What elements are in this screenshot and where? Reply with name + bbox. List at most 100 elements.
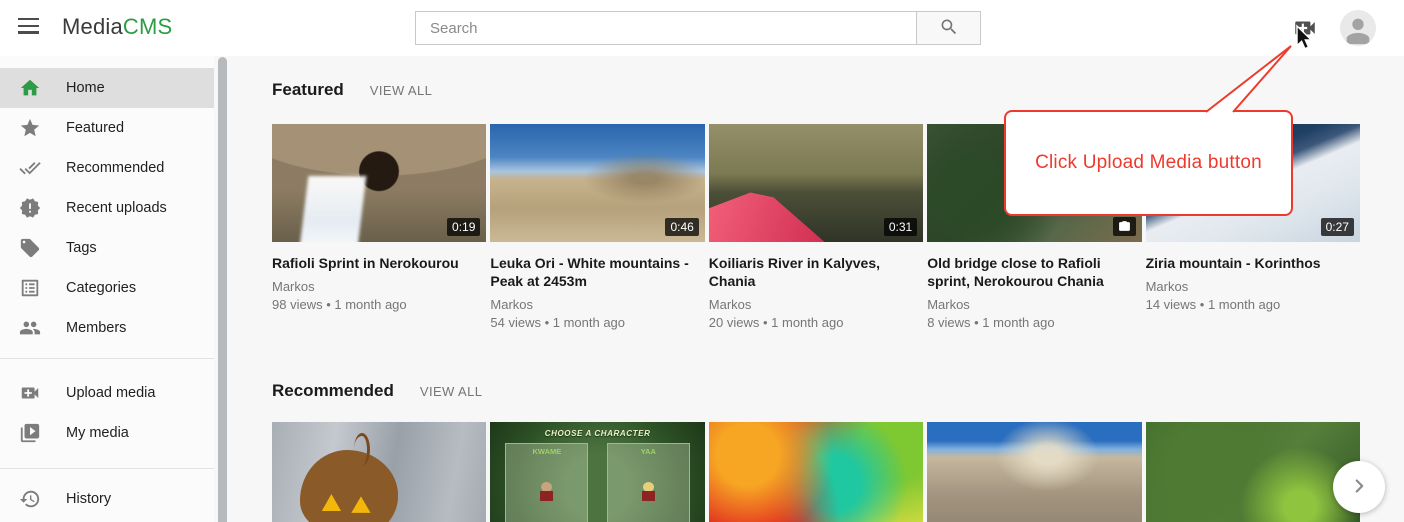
media-thumbnail[interactable] xyxy=(1146,422,1360,522)
sidebar-item-my-media[interactable]: My media xyxy=(0,413,214,453)
duration-badge: 0:19 xyxy=(447,218,480,236)
video-call-icon xyxy=(18,381,42,405)
media-title[interactable]: Old bridge close to Rafioli sprint, Nero… xyxy=(927,254,1141,290)
duration-badge: 0:31 xyxy=(884,218,917,236)
view-all-featured-link[interactable]: VIEW ALL xyxy=(370,83,432,98)
sidebar-item-label: My media xyxy=(66,425,129,441)
media-author[interactable]: Markos xyxy=(490,297,704,312)
sidebar-item-featured[interactable]: Featured xyxy=(0,108,214,148)
media-meta: 8 views • 1 month ago xyxy=(927,315,1141,330)
video-library-icon xyxy=(18,421,42,445)
search-input[interactable] xyxy=(415,11,917,45)
sidebar-primary-nav: Home Featured Recommended Recent uploads… xyxy=(0,68,214,348)
sidebar-item-recent-uploads[interactable]: Recent uploads xyxy=(0,188,214,228)
upload-callout-tooltip: Click Upload Media button xyxy=(1004,110,1293,216)
media-author[interactable]: Markos xyxy=(709,297,923,312)
section-header: Featured VIEW ALL xyxy=(272,80,1360,100)
view-all-recommended-link[interactable]: VIEW ALL xyxy=(420,384,482,399)
done-all-icon xyxy=(18,156,42,180)
section-title-recommended: Recommended xyxy=(272,381,394,401)
app-logo[interactable]: MediaCMS xyxy=(62,14,172,40)
section-title-featured: Featured xyxy=(272,80,344,100)
thumbnail-art xyxy=(709,192,825,242)
media-card[interactable]: 0:31 Koiliaris River in Kalyves, Chania … xyxy=(709,124,923,330)
media-meta: 98 views • 1 month ago xyxy=(272,297,486,312)
chevron-right-icon xyxy=(1348,475,1370,500)
members-icon xyxy=(18,316,42,340)
media-title[interactable]: Ziria mountain - Korinthos xyxy=(1146,254,1360,272)
sidebar-item-members[interactable]: Members xyxy=(0,308,214,348)
sidebar-media-nav: Upload media My media xyxy=(0,373,214,453)
media-thumbnail[interactable] xyxy=(927,422,1141,522)
sidebar-item-label: Upload media xyxy=(66,385,155,401)
sidebar: Home Featured Recommended Recent uploads… xyxy=(0,56,214,522)
media-thumbnail[interactable]: 0:19 xyxy=(272,124,486,242)
thumbnail-art xyxy=(300,450,399,522)
video-call-plus-icon xyxy=(1292,29,1318,44)
sidebar-item-label: Recommended xyxy=(66,160,164,176)
sidebar-item-categories[interactable]: Categories xyxy=(0,268,214,308)
media-card[interactable]: 0:19 Rafioli Sprint in Nerokourou Markos… xyxy=(272,124,486,330)
media-author[interactable]: Markos xyxy=(927,297,1141,312)
thumbnail-overlay-text: CHOOSE A CHARACTER KWAMESelected YAASele… xyxy=(490,422,704,522)
home-icon xyxy=(18,76,42,100)
sidebar-scrollbar[interactable] xyxy=(218,57,227,522)
media-card[interactable] xyxy=(272,422,486,522)
carousel-next-button[interactable] xyxy=(1333,461,1385,513)
tag-icon xyxy=(18,236,42,260)
sidebar-item-home[interactable]: Home xyxy=(0,68,214,108)
media-thumbnail[interactable] xyxy=(709,422,923,522)
sidebar-divider xyxy=(0,358,214,359)
upload-media-button[interactable] xyxy=(1291,15,1318,42)
callout-text: Click Upload Media button xyxy=(1035,152,1262,174)
media-title[interactable]: Koiliaris River in Kalyves, Chania xyxy=(709,254,923,290)
media-card[interactable]: 0:46 Leuka Ori - White mountains - Peak … xyxy=(490,124,704,330)
photo-camera-icon xyxy=(1113,217,1136,236)
recommended-cards-row: CHOOSE A CHARACTER KWAMESelected YAASele… xyxy=(272,422,1360,522)
media-title[interactable]: Leuka Ori - White mountains - Peak at 24… xyxy=(490,254,704,290)
search-form xyxy=(415,11,981,45)
logo-text-cms: CMS xyxy=(123,14,173,39)
media-card[interactable] xyxy=(709,422,923,522)
media-meta: 54 views • 1 month ago xyxy=(490,315,704,330)
menu-button[interactable] xyxy=(16,17,40,39)
new-releases-icon xyxy=(18,196,42,220)
media-meta: 20 views • 1 month ago xyxy=(709,315,923,330)
media-thumbnail[interactable] xyxy=(272,422,486,522)
sidebar-item-label: Categories xyxy=(66,280,136,296)
thumbnail-art xyxy=(300,176,367,242)
duration-badge: 0:27 xyxy=(1321,218,1354,236)
media-thumbnail[interactable]: 0:46 xyxy=(490,124,704,242)
categories-icon xyxy=(18,276,42,300)
sidebar-history-nav: History xyxy=(0,479,214,519)
media-author[interactable]: Markos xyxy=(1146,279,1360,294)
sidebar-item-label: Featured xyxy=(66,120,124,136)
media-thumbnail[interactable]: 0:31 xyxy=(709,124,923,242)
person-silhouette-icon xyxy=(1341,35,1375,46)
media-thumbnail[interactable]: CHOOSE A CHARACTER KWAMESelected YAASele… xyxy=(490,422,704,522)
user-avatar[interactable] xyxy=(1340,10,1376,46)
sidebar-item-history[interactable]: History xyxy=(0,479,214,519)
recommended-section: Recommended VIEW ALL CHOOSE A CHARACTER … xyxy=(272,381,1360,522)
sidebar-item-upload-media[interactable]: Upload media xyxy=(0,373,214,413)
sidebar-item-label: Members xyxy=(66,320,126,336)
sidebar-item-label: History xyxy=(66,491,111,507)
media-card[interactable]: CHOOSE A CHARACTER KWAMESelected YAASele… xyxy=(490,422,704,522)
sidebar-item-recommended[interactable]: Recommended xyxy=(0,148,214,188)
media-title[interactable]: Rafioli Sprint in Nerokourou xyxy=(272,254,486,272)
star-icon xyxy=(18,116,42,140)
game-character-sprite xyxy=(539,482,554,506)
media-card[interactable] xyxy=(927,422,1141,522)
sidebar-item-tags[interactable]: Tags xyxy=(0,228,214,268)
search-icon xyxy=(939,17,959,40)
media-card[interactable] xyxy=(1146,422,1360,522)
search-button[interactable] xyxy=(917,11,981,45)
hamburger-icon xyxy=(18,18,39,20)
sidebar-item-label: Tags xyxy=(66,240,97,256)
sidebar-item-label: Recent uploads xyxy=(66,200,167,216)
media-author[interactable]: Markos xyxy=(272,279,486,294)
media-meta: 14 views • 1 month ago xyxy=(1146,297,1360,312)
section-header: Recommended VIEW ALL xyxy=(272,381,1360,401)
game-title-text: CHOOSE A CHARACTER xyxy=(490,429,704,438)
duration-badge: 0:46 xyxy=(665,218,698,236)
